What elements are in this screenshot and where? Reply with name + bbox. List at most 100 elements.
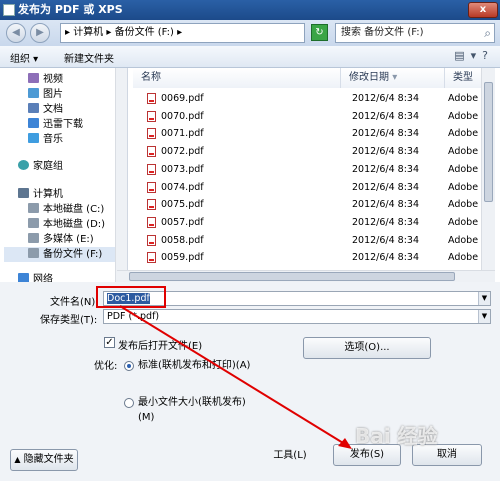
file-row[interactable]: 0059.pdf 2012/6/4 8:34 Adobe A — [133, 249, 488, 267]
pdf-icon — [147, 216, 156, 228]
chevron-down-icon[interactable]: ▼ — [478, 310, 490, 323]
homegroup-icon — [18, 160, 29, 170]
music-icon — [28, 133, 39, 143]
video-icon — [28, 73, 39, 83]
file-date: 2012/6/4 8:34 — [352, 128, 420, 140]
pdf-icon — [147, 252, 156, 264]
file-row[interactable]: 0072.pdf 2012/6/4 8:34 Adobe A — [133, 143, 488, 161]
file-row[interactable]: 0073.pdf 2012/6/4 8:34 Adobe A — [133, 161, 488, 179]
toolbar: 组织 ▾ 新建文件夹 ▤▾? — [0, 46, 500, 68]
highlight-box — [96, 286, 166, 308]
file-date: 2012/6/4 8:34 — [352, 146, 420, 158]
nav-item-pictures[interactable]: 图片 — [28, 87, 63, 102]
file-name: 0059.pdf — [161, 252, 204, 264]
option-standard-label: 标准(联机发布和打印)(A) — [138, 360, 251, 371]
file-date: 2012/6/4 8:34 — [352, 252, 420, 264]
filename-label: 文件名(N): — [50, 297, 99, 308]
back-icon[interactable]: ◀ — [6, 23, 26, 43]
file-date: 2012/6/4 8:34 — [352, 199, 420, 211]
nav-item-drive-c[interactable]: 本地磁盘 (C:) — [28, 202, 104, 217]
nav-item-thunder[interactable]: 迅雷下载 — [28, 117, 83, 132]
file-name: 0057.pdf — [161, 216, 204, 228]
nav-item-drive-d[interactable]: 本地磁盘 (D:) — [28, 217, 105, 232]
forward-icon[interactable]: ▶ — [30, 23, 50, 43]
open-after-label: 发布后打开文件(E) — [118, 341, 203, 352]
file-list: 名称 修改日期 ▾ 类型 0069.pdf 2012/6/4 8:34 Adobe … — [133, 68, 495, 282]
drive-icon — [28, 248, 39, 258]
options-button[interactable]: 选项(O)... — [303, 337, 431, 359]
nav-item-music[interactable]: 音乐 — [28, 132, 63, 147]
nav-item-computer[interactable]: 计算机 — [18, 187, 63, 202]
nav-item-drive-e[interactable]: 多媒体 (E:) — [28, 232, 94, 247]
file-date: 2012/6/4 8:34 — [352, 163, 420, 175]
chevron-down-icon[interactable]: ▼ — [478, 292, 490, 305]
file-row[interactable]: 0074.pdf 2012/6/4 8:34 Adobe A — [133, 179, 488, 197]
drive-icon — [28, 218, 39, 228]
nav-scrollbar[interactable] — [115, 68, 127, 282]
drive-icon — [28, 203, 39, 213]
file-row[interactable]: 0075.pdf 2012/6/4 8:34 Adobe A — [133, 196, 488, 214]
column-modified[interactable]: 修改日期 ▾ — [341, 68, 445, 88]
refresh-icon[interactable]: ↻ — [311, 24, 328, 41]
close-button[interactable]: x — [468, 2, 498, 18]
file-name: 0074.pdf — [161, 181, 204, 193]
file-date: 2012/6/4 8:34 — [352, 110, 420, 122]
pdf-icon — [147, 146, 156, 158]
file-row[interactable]: 0069.pdf 2012/6/4 8:34 Adobe A — [133, 90, 488, 108]
drive-icon — [28, 233, 39, 243]
pdf-icon — [147, 128, 156, 140]
search-icon: ⌕ — [484, 26, 491, 40]
network-icon — [18, 273, 29, 282]
file-row[interactable]: 0057.pdf 2012/6/4 8:34 Adobe A — [133, 214, 488, 232]
nav-item-documents[interactable]: 文档 — [28, 102, 63, 117]
chevron-up-icon: ▲ — [14, 455, 21, 464]
file-name: 0070.pdf — [161, 110, 204, 122]
window-title: 发布为 PDF 或 XPS — [18, 3, 123, 16]
nav-item-homegroup[interactable]: 家庭组 — [18, 159, 63, 174]
open-after-checkbox[interactable]: ✓ — [104, 337, 115, 348]
radio-standard[interactable] — [124, 361, 134, 371]
pdf-icon — [147, 181, 156, 193]
file-row[interactable]: 0070.pdf 2012/6/4 8:34 Adobe A — [133, 108, 488, 126]
title-bar: 发布为 PDF 或 XPS x — [0, 0, 500, 20]
filetype-value: PDF (*.pdf) — [107, 311, 160, 322]
picture-icon — [28, 88, 39, 98]
file-date: 2012/6/4 8:34 — [352, 216, 420, 228]
vertical-scrollbar[interactable] — [481, 68, 495, 272]
breadcrumb[interactable]: ▸ 计算机 ▸ 备份文件 (F:) ▸ — [60, 23, 305, 43]
nav-item-drive-f[interactable]: 备份文件 (F:) — [4, 247, 116, 262]
radio-minimum[interactable] — [124, 398, 134, 408]
column-name[interactable]: 名称 — [133, 68, 341, 88]
pdf-icon — [147, 93, 156, 104]
app-icon — [3, 4, 15, 16]
new-folder-button[interactable]: 新建文件夹 — [64, 50, 114, 65]
filetype-select[interactable]: PDF (*.pdf) ▼ — [103, 309, 491, 324]
watermark: Bai 经验 — [355, 424, 438, 448]
tools-button[interactable]: 工具(L) — [258, 446, 322, 468]
file-name: 0069.pdf — [161, 93, 204, 104]
column-type[interactable]: 类型 — [445, 68, 485, 88]
file-name: 0071.pdf — [161, 128, 204, 140]
file-name: 0072.pdf — [161, 146, 204, 158]
organize-button[interactable]: 组织 ▾ — [10, 50, 38, 65]
option-minimum-label: 最小文件大小(联机发布)(M) — [138, 397, 246, 423]
pdf-icon — [147, 110, 156, 122]
file-name: 0073.pdf — [161, 163, 204, 175]
hide-folders-button[interactable]: ▲ 隐藏文件夹 — [10, 449, 78, 471]
pdf-icon — [147, 163, 156, 175]
nav-item-network[interactable]: 网络 — [18, 272, 53, 282]
hscroll-thumb[interactable] — [129, 272, 455, 281]
column-modified-label: 修改日期 — [349, 72, 389, 83]
horizontal-scrollbar[interactable] — [117, 270, 495, 282]
address-bar: ◀ ▶ ▸ 计算机 ▸ 备份文件 (F:) ▸ ↻ 搜索 备份文件 (F:) ⌕ — [0, 20, 500, 46]
optimize-label: 优化: — [94, 361, 118, 372]
file-row[interactable]: 0071.pdf 2012/6/4 8:34 Adobe A — [133, 125, 488, 143]
scroll-thumb[interactable] — [484, 82, 493, 202]
document-icon — [28, 103, 39, 113]
file-row[interactable]: 0058.pdf 2012/6/4 8:34 Adobe A — [133, 232, 488, 250]
file-date: 2012/6/4 8:34 — [352, 93, 420, 104]
sort-icon: ▾ — [392, 72, 398, 83]
search-input[interactable]: 搜索 备份文件 (F:) ⌕ — [335, 23, 495, 43]
view-icons[interactable]: ▤▾? — [454, 49, 494, 62]
nav-item-videos[interactable]: 视频 — [28, 72, 63, 87]
